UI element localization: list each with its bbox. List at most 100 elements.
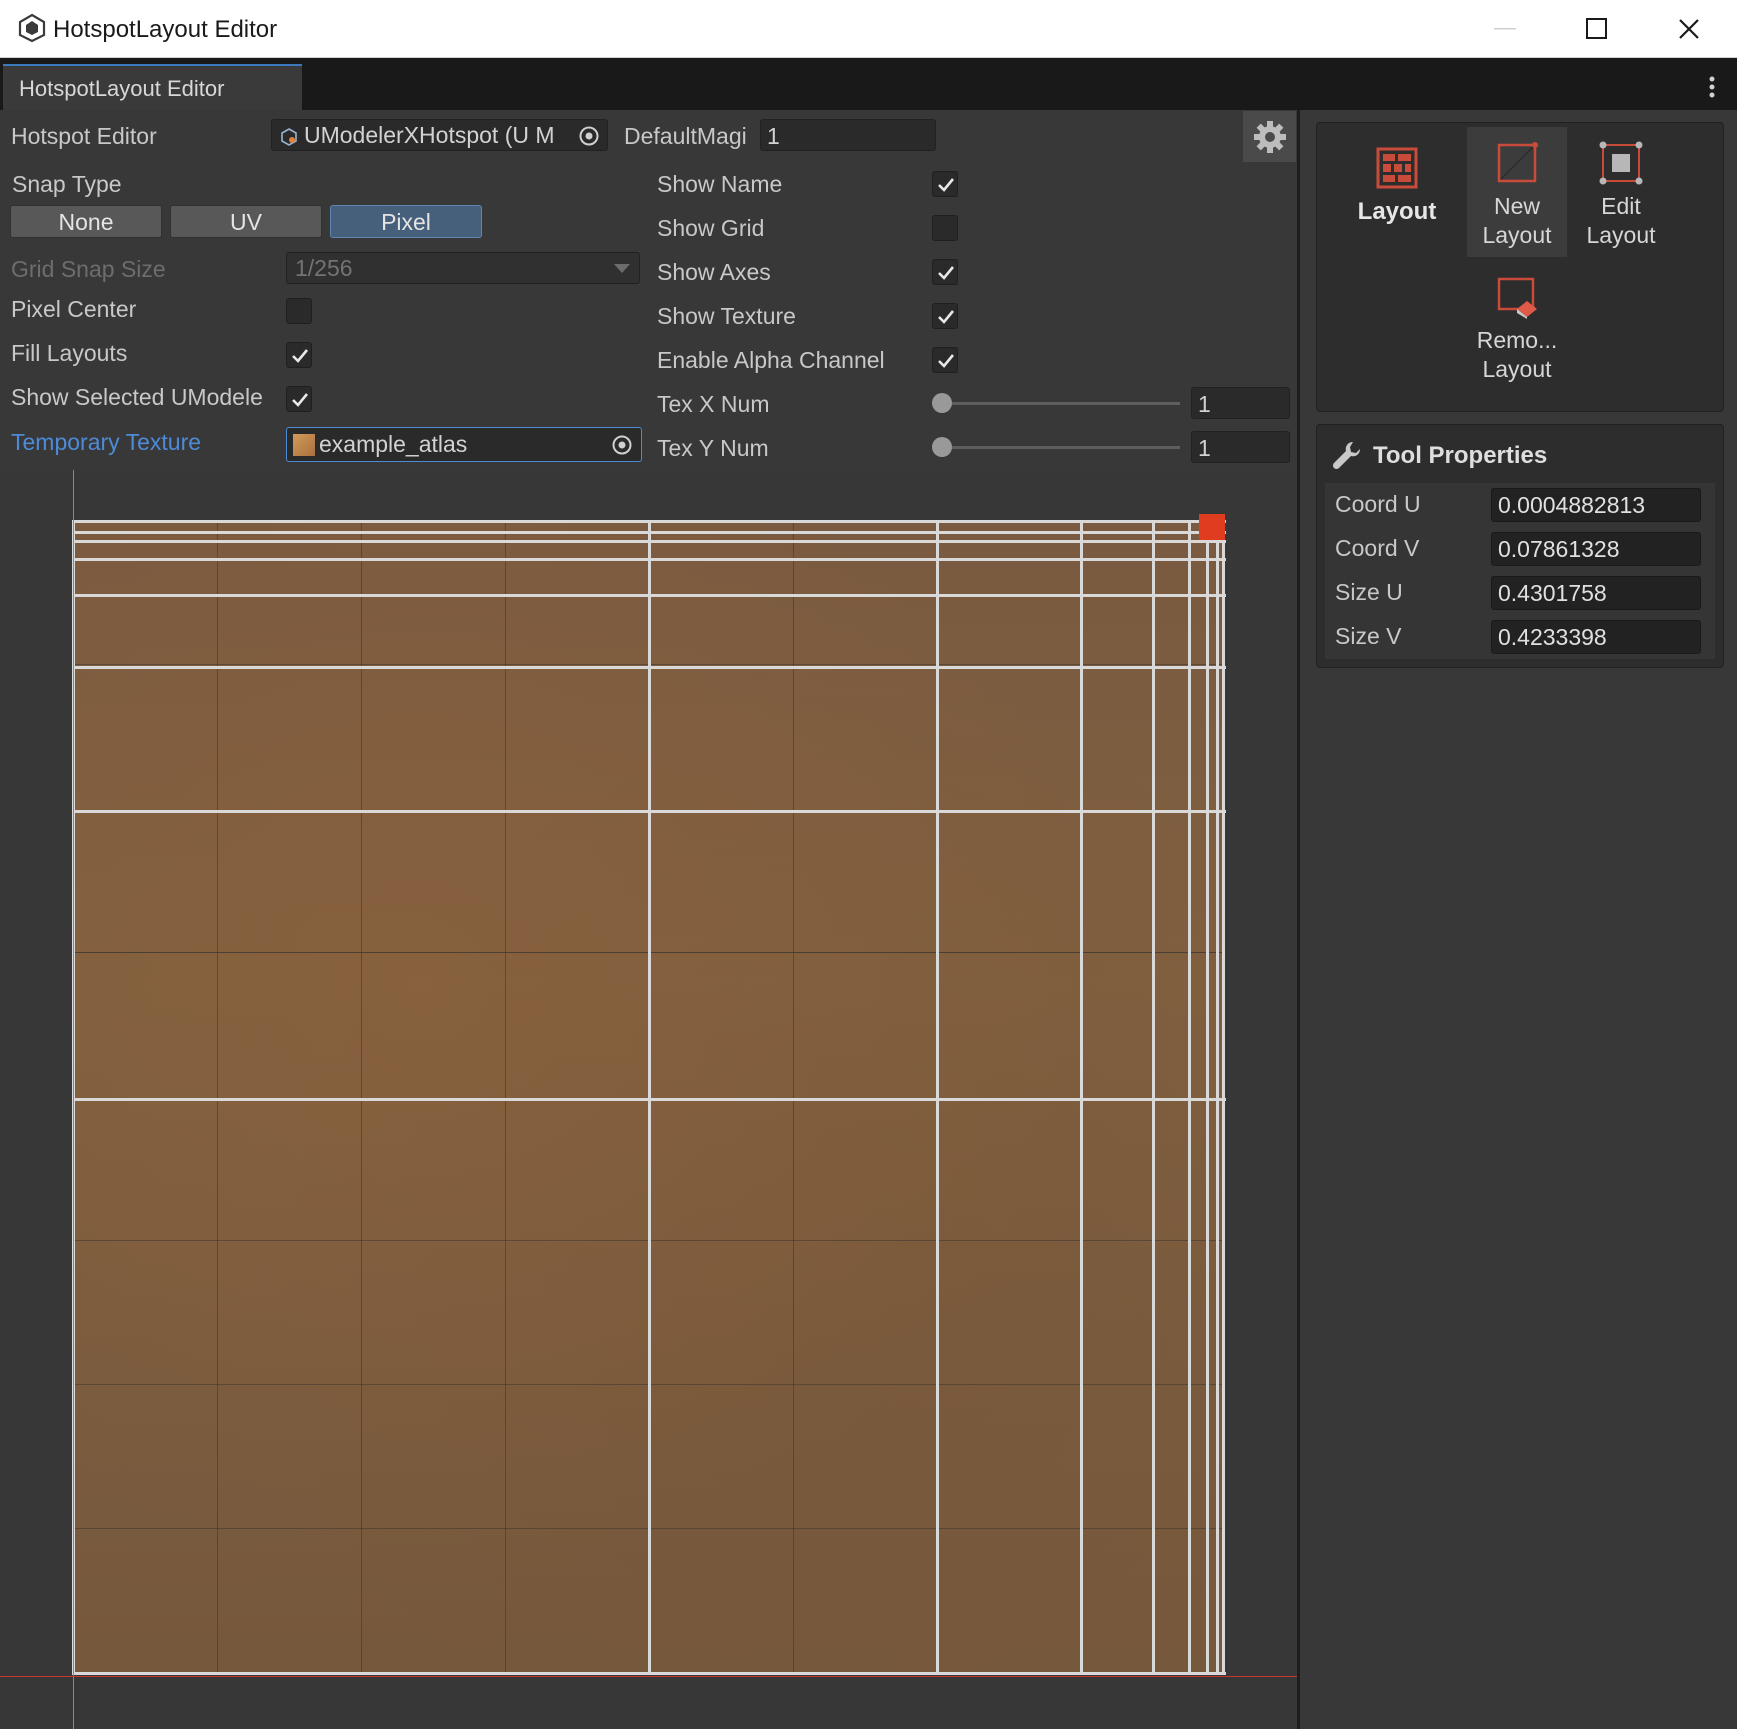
v-axis-line <box>73 470 74 1729</box>
enable-alpha-label: Enable Alpha Channel <box>657 347 885 373</box>
snap-uv-label: UV <box>230 209 262 235</box>
size-v-field[interactable]: 0.4233398 <box>1491 620 1701 654</box>
tab-hotspotlayout-editor[interactable]: HotspotLayout Editor <box>3 64 302 110</box>
tex-y-num-field[interactable]: 1 <box>1191 431 1290 463</box>
maximize-icon <box>1586 18 1607 39</box>
maximize-button[interactable] <box>1551 0 1643 58</box>
checkmark-icon <box>292 349 309 363</box>
size-u-value: 0.4301758 <box>1498 580 1607 606</box>
show-texture-checkbox[interactable] <box>932 303 958 329</box>
gear-icon <box>1253 120 1286 153</box>
window-title: HotspotLayout Editor <box>53 16 278 43</box>
coord-v-field[interactable]: 0.07861328 <box>1491 532 1701 566</box>
unity-logo-icon <box>18 13 46 43</box>
grid-snap-size-dropdown[interactable]: 1/256 <box>286 252 640 284</box>
coord-v-row: Coord V 0.07861328 <box>1325 527 1715 571</box>
default-mag-value: 1 <box>767 123 780 149</box>
layout-category[interactable]: Layout <box>1317 147 1477 226</box>
show-name-checkbox[interactable] <box>932 171 958 197</box>
pixel-center-checkbox[interactable] <box>286 298 312 324</box>
new-layout-label-1: New <box>1493 193 1540 219</box>
tex-x-num-field[interactable]: 1 <box>1191 387 1290 419</box>
snap-pixel-label: Pixel <box>381 209 431 235</box>
size-u-label: Size U <box>1335 579 1403 605</box>
snap-uv-button[interactable]: UV <box>170 205 322 238</box>
object-picker-icon[interactable] <box>611 434 633 456</box>
tex-x-num-slider-track[interactable] <box>932 402 1180 405</box>
remove-layout-label-1: Remo... <box>1476 327 1558 353</box>
tex-y-num-slider-track[interactable] <box>932 446 1180 449</box>
fill-layouts-checkbox[interactable] <box>286 342 312 368</box>
edit-layout-button[interactable]: Edit Layout <box>1571 127 1671 257</box>
grid-snap-size-value: 1/256 <box>295 255 353 281</box>
default-mag-field[interactable]: 1 <box>760 119 936 151</box>
edit-layout-label-2: Layout <box>1586 222 1656 248</box>
wrench-icon <box>1332 441 1361 470</box>
close-button[interactable] <box>1643 0 1735 58</box>
snap-none-label: None <box>58 209 114 235</box>
enable-alpha-checkbox[interactable] <box>932 347 958 373</box>
snap-type-label: Snap Type <box>12 171 122 197</box>
show-selected-label: Show Selected UModele <box>11 384 263 410</box>
tex-y-num-label: Tex Y Num <box>657 435 769 461</box>
tool-properties-title: Tool Properties <box>1373 442 1548 469</box>
coord-u-value: 0.0004882813 <box>1498 492 1646 518</box>
hotspot-editor-label: Hotspot Editor <box>11 123 157 149</box>
size-u-row: Size U 0.4301758 <box>1325 571 1715 615</box>
coord-u-row: Coord U 0.0004882813 <box>1325 483 1715 527</box>
default-mag-label: DefaultMagi <box>624 123 747 149</box>
snap-none-button[interactable]: None <box>10 205 162 238</box>
object-picker-icon[interactable] <box>578 125 600 147</box>
size-v-row: Size V 0.4233398 <box>1325 615 1715 659</box>
grid-snap-size-label: Grid Snap Size <box>11 256 166 282</box>
hotspot-object-field[interactable]: UModelerXHotspot (U M <box>271 119 608 151</box>
show-grid-checkbox[interactable] <box>932 215 958 241</box>
minimize-button[interactable] <box>1459 0 1551 58</box>
tool-properties-panel: Tool Properties Coord U 0.0004882813 Coo… <box>1316 424 1724 668</box>
settings-button[interactable] <box>1243 111 1296 162</box>
hotspot-object-value: UModelerXHotspot (U M <box>304 122 555 148</box>
texture-thumbnail-icon <box>293 434 315 456</box>
remove-layout-label-2: Layout <box>1482 356 1552 382</box>
checkmark-icon <box>938 178 955 192</box>
remove-layout-button[interactable]: Remo... Layout <box>1467 263 1567 393</box>
show-axes-label: Show Axes <box>657 259 771 285</box>
minimize-icon <box>1494 28 1516 30</box>
new-layout-icon <box>1497 142 1538 183</box>
show-texture-label: Show Texture <box>657 303 796 329</box>
tex-x-num-slider-thumb[interactable] <box>932 393 952 413</box>
window-titlebar: HotspotLayout Editor <box>0 0 1737 58</box>
coord-v-label: Coord V <box>1335 535 1420 561</box>
show-name-label: Show Name <box>657 171 783 197</box>
temporary-texture-value: example_atlas <box>319 431 468 457</box>
layout-tool-group: Layout New Layout Edit Layout Remo... La… <box>1316 122 1724 412</box>
new-layout-label-2: Layout <box>1482 222 1552 248</box>
edit-layout-icon <box>1599 141 1643 185</box>
tab-strip: HotspotLayout Editor <box>0 58 1737 110</box>
new-layout-button[interactable]: New Layout <box>1467 127 1567 257</box>
snap-pixel-button[interactable]: Pixel <box>330 205 482 238</box>
fill-layouts-label: Fill Layouts <box>11 340 128 366</box>
tex-x-num-label: Tex X Num <box>657 391 770 417</box>
tab-label: HotspotLayout Editor <box>19 76 225 101</box>
temporary-texture-label: Temporary Texture <box>11 429 202 455</box>
show-grid-label: Show Grid <box>657 215 765 241</box>
coord-u-field[interactable]: 0.0004882813 <box>1491 488 1701 522</box>
more-options-icon[interactable] <box>1702 74 1722 102</box>
tool-panel: Layout New Layout Edit Layout Remo... La… <box>1297 110 1737 1729</box>
checkmark-icon <box>938 354 955 368</box>
checkmark-icon <box>938 310 955 324</box>
tex-y-num-slider-thumb[interactable] <box>932 437 952 457</box>
edit-layout-label-1: Edit <box>1601 193 1641 219</box>
temporary-texture-field[interactable]: example_atlas <box>286 427 642 462</box>
coord-v-value: 0.07861328 <box>1498 536 1620 562</box>
coord-u-label: Coord U <box>1335 491 1421 517</box>
chevron-down-icon <box>614 264 630 273</box>
checkmark-icon <box>292 393 309 407</box>
size-v-value: 0.4233398 <box>1498 624 1607 650</box>
show-selected-checkbox[interactable] <box>286 386 312 412</box>
pixel-center-label: Pixel Center <box>11 296 137 322</box>
selected-hotspot-marker[interactable] <box>1199 514 1225 540</box>
size-u-field[interactable]: 0.4301758 <box>1491 576 1701 610</box>
show-axes-checkbox[interactable] <box>932 259 958 285</box>
